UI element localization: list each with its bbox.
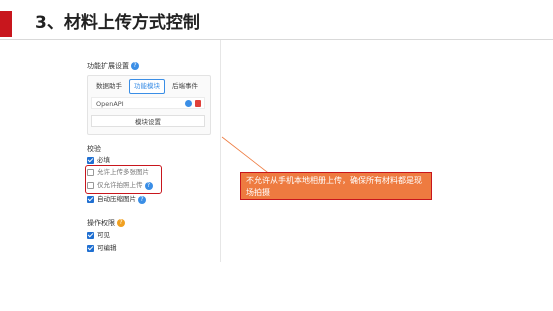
- checkbox-checked-icon[interactable]: [87, 232, 94, 239]
- checkbox-label: 自动压缩图片: [97, 195, 136, 203]
- highlight-box: [85, 165, 162, 194]
- title-accent-bar: [0, 11, 12, 37]
- ext-settings-title: 功能扩展设置?: [87, 61, 139, 71]
- api-name: OpenAPI: [96, 100, 124, 108]
- extension-box: 数据助手 功能模块 后端事件 OpenAPI 模块设置: [87, 75, 211, 135]
- settings-panel: [80, 40, 221, 262]
- trash-icon[interactable]: [195, 100, 201, 107]
- checkbox-label: 必填: [97, 156, 110, 164]
- tab-backend-events[interactable]: 后端事件: [167, 79, 203, 94]
- api-row: OpenAPI: [91, 97, 205, 109]
- tab-function-module[interactable]: 功能模块: [129, 79, 165, 94]
- checkbox-checked-icon[interactable]: [87, 245, 94, 252]
- checkbox-visible[interactable]: 可见: [87, 231, 110, 240]
- gear-icon[interactable]: [185, 100, 192, 107]
- module-settings-button[interactable]: 模块设置: [91, 115, 205, 127]
- tab-bar: 数据助手 功能模块 后端事件: [91, 79, 203, 94]
- help-icon[interactable]: ?: [131, 62, 139, 70]
- help-icon[interactable]: ?: [138, 195, 146, 204]
- checkbox-label: 可见: [97, 231, 110, 239]
- permissions-label: 操作权限: [87, 219, 115, 227]
- checkbox-required[interactable]: 必填: [87, 156, 110, 165]
- checkbox-label: 可编辑: [97, 244, 117, 252]
- slide-title: 3、材料上传方式控制: [35, 13, 200, 33]
- permissions-title: 操作权限?: [87, 218, 125, 228]
- checkbox-checked-icon[interactable]: [87, 157, 94, 164]
- checkbox-auto-compress[interactable]: 自动压缩图片 ?: [87, 195, 146, 204]
- ext-settings-label: 功能扩展设置: [87, 62, 129, 70]
- validation-title: 校验: [87, 145, 101, 153]
- warning-icon[interactable]: ?: [117, 219, 125, 227]
- callout-note: 不允许从手机本地相册上传，确保所有材料都是现场拍摄: [240, 172, 432, 200]
- tab-data-assistant[interactable]: 数据助手: [91, 79, 127, 94]
- checkbox-checked-icon[interactable]: [87, 196, 94, 203]
- checkbox-editable[interactable]: 可编辑: [87, 244, 117, 253]
